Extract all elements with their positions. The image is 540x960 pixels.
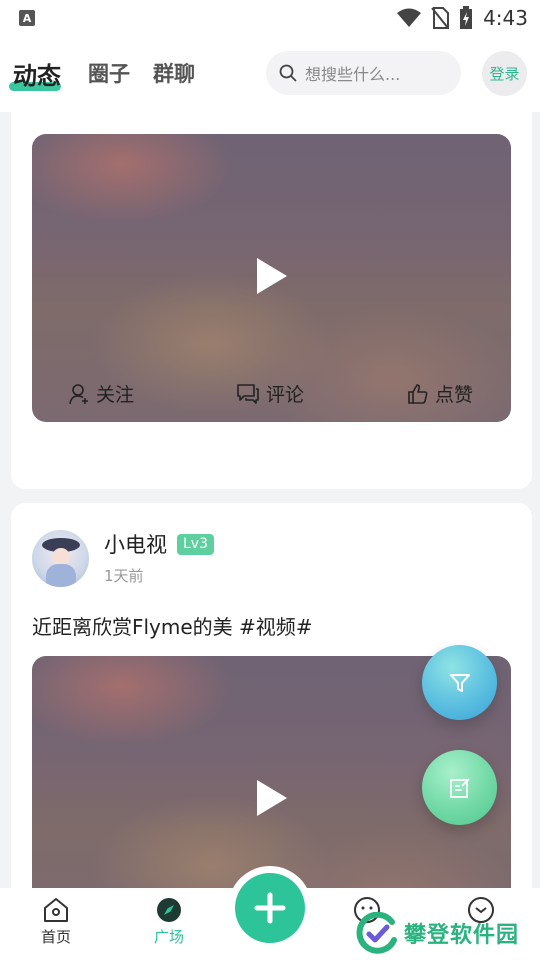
top-header: 动态 圈子 群聊 想搜些什么... 登录 [0, 36, 540, 112]
app-notification-icon: A [19, 10, 35, 26]
follow-button[interactable]: 关注 [68, 380, 134, 407]
post-time: 1天前 [104, 567, 144, 585]
comment-label: 评论 [266, 384, 305, 406]
status-time: 4:43 [483, 6, 528, 30]
level-badge: Lv3 [177, 534, 214, 555]
no-sim-icon [431, 7, 450, 29]
watermark-text: 攀登软件园 [404, 923, 520, 948]
search-icon [279, 64, 297, 82]
nav-item-plaza[interactable]: 广场 [139, 896, 199, 947]
status-indicators: 4:43 [397, 6, 528, 30]
plus-icon [254, 892, 286, 924]
comment-icon [237, 383, 259, 404]
avatar[interactable] [32, 530, 89, 587]
nav-label: 广场 [153, 928, 184, 946]
tab-circles[interactable]: 圈子 [88, 58, 130, 88]
login-button[interactable]: 登录 [482, 51, 527, 96]
tab-dynamics[interactable]: 动态 [13, 56, 61, 91]
compose-post-button[interactable] [422, 750, 497, 825]
compass-icon [157, 898, 181, 922]
tab-group-chat[interactable]: 群聊 [153, 58, 195, 88]
tab-label: 群聊 [153, 62, 195, 86]
post-card: 关注 评论 点赞 [11, 70, 532, 489]
watermark: 攀登软件园 [356, 912, 519, 954]
nav-label: 首页 [40, 928, 71, 946]
tab-label: 圈子 [88, 62, 130, 86]
add-circle [235, 873, 305, 943]
status-bar: A 4:43 [0, 0, 540, 36]
filter-button[interactable] [422, 645, 497, 720]
thumbs-up-icon [408, 383, 428, 404]
search-input[interactable]: 想搜些什么... [266, 51, 461, 95]
post-text[interactable]: 近距离欣赏Flyme的美 #视频# [32, 611, 313, 640]
video-thumbnail[interactable] [32, 134, 511, 422]
user-add-icon [69, 383, 88, 404]
battery-charging-icon [460, 6, 473, 29]
filter-icon [449, 673, 470, 692]
edit-icon [449, 777, 470, 798]
play-icon[interactable] [257, 780, 287, 816]
tab-label: 动态 [13, 62, 61, 90]
like-label: 点赞 [435, 384, 474, 406]
watermark-logo-icon [356, 912, 397, 954]
play-icon[interactable] [257, 258, 287, 294]
follow-label: 关注 [96, 384, 135, 406]
wifi-icon [397, 8, 422, 27]
comment-button[interactable]: 评论 [236, 380, 304, 407]
search-placeholder: 想搜些什么... [305, 65, 401, 84]
post-username[interactable]: 小电视 [104, 529, 167, 559]
center-add-button[interactable] [228, 866, 312, 950]
login-label: 登录 [489, 65, 520, 83]
nav-item-home[interactable]: 首页 [26, 896, 86, 947]
like-button[interactable]: 点赞 [407, 380, 473, 407]
home-icon [44, 898, 68, 922]
